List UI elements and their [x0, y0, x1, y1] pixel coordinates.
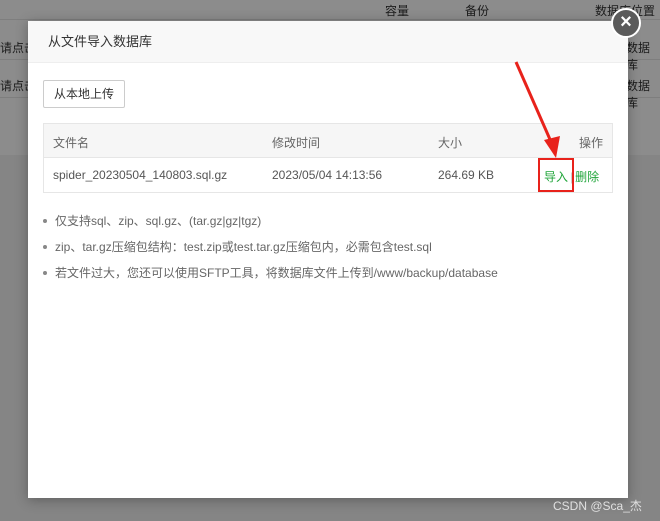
bullet-icon: [43, 219, 47, 223]
watermark: CSDN @Sca_杰: [553, 499, 642, 513]
close-icon[interactable]: ×: [611, 8, 641, 38]
tip-item: zip、tar.gz压缩包结构：test.zip或test.tar.gz压缩包内…: [43, 237, 498, 263]
upload-local-button[interactable]: 从本地上传: [43, 80, 125, 108]
header-modified: 修改时间: [272, 136, 321, 150]
bullet-icon: [43, 245, 47, 249]
tip-text: 仅支持sql、zip、sql.gz、(tar.gz|gz|tgz): [55, 214, 262, 228]
tip-item: 若文件过大，您还可以使用SFTP工具，将数据库文件上传到/www/backup/…: [43, 263, 498, 289]
bullet-icon: [43, 271, 47, 275]
table-row: spider_20230504_140803.sql.gz 2023/05/04…: [44, 158, 612, 192]
tip-text: zip、tar.gz压缩包结构：test.zip或test.tar.gz压缩包内…: [55, 240, 432, 254]
tip-text: 若文件过大，您还可以使用SFTP工具，将数据库文件上传到/www/backup/…: [55, 266, 498, 280]
annotation-arrow: [514, 61, 560, 158]
modal-title: 从文件导入数据库: [48, 34, 153, 49]
header-filename: 文件名: [53, 136, 90, 150]
table-header: 文件名 修改时间 大小 操作: [44, 124, 612, 158]
tips-list: 仅支持sql、zip、sql.gz、(tar.gz|gz|tgz) zip、ta…: [43, 211, 498, 289]
modal-header: 从文件导入数据库: [28, 21, 628, 63]
import-db-modal: 从文件导入数据库 从本地上传 文件名 修改时间 大小 操作 spider_202…: [28, 21, 628, 498]
tip-item: 仅支持sql、zip、sql.gz、(tar.gz|gz|tgz): [43, 211, 498, 237]
file-modified: 2023/05/04 14:13:56: [272, 168, 383, 182]
file-size: 264.69 KB: [438, 168, 495, 182]
header-size: 大小: [438, 136, 463, 150]
file-name: spider_20230504_140803.sql.gz: [53, 168, 228, 182]
